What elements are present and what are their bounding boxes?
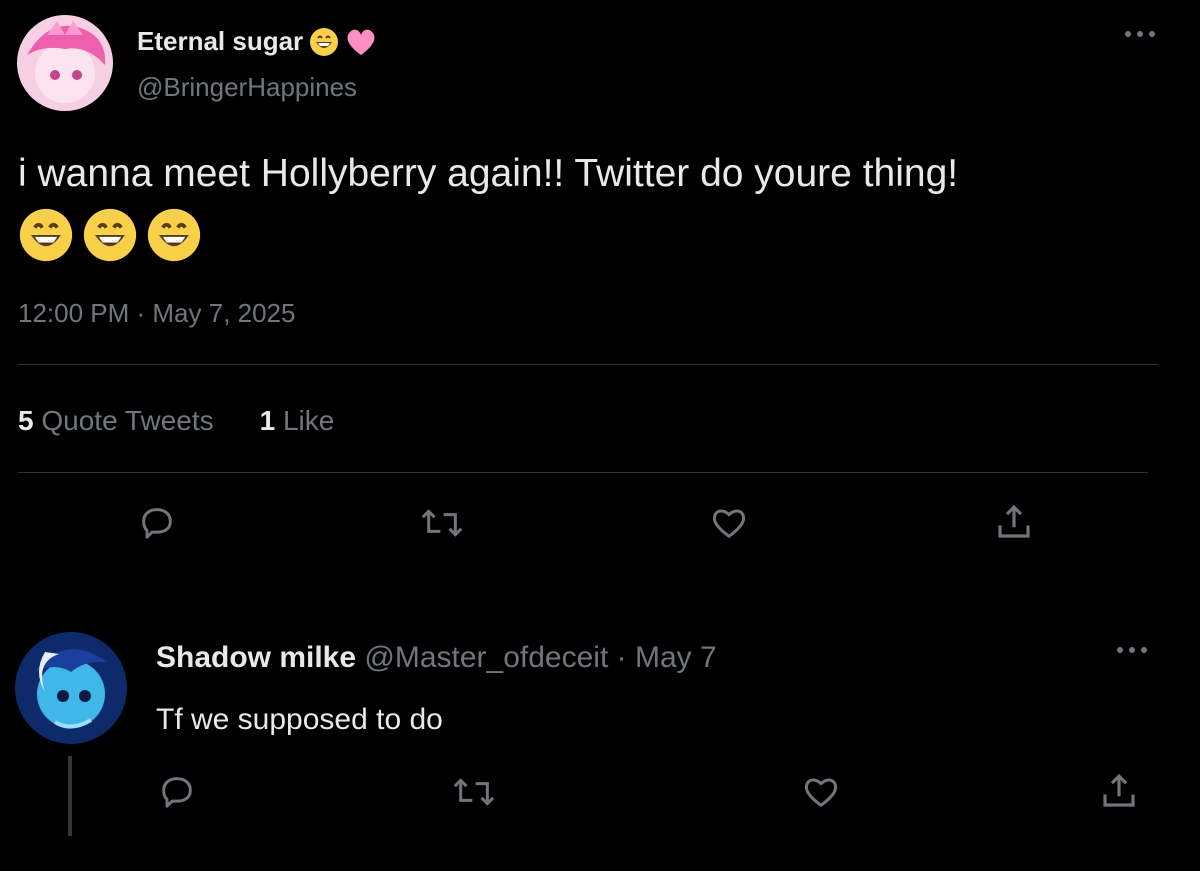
reply-share-button[interactable] [1098,769,1140,818]
reply-author-avatar[interactable] [15,632,127,744]
grinning-emoji-icon [19,208,73,262]
grinning-emoji-icon [310,27,339,56]
reply-icon [162,777,192,808]
tweet-stats: 5 Quote Tweets 1 Like [18,405,334,437]
emoji-row [18,207,202,263]
quote-tweets-stat[interactable]: 5 Quote Tweets [18,405,214,437]
more-icon [1117,647,1147,653]
retweet-icon [421,509,463,537]
reply-icon [142,508,172,539]
author-display-name[interactable]: Eternal sugar [137,26,303,57]
grinning-emoji-icon [83,208,137,262]
reply-handle-date[interactable]: @Master_ofdeceit · May 7 [364,641,716,674]
share-button[interactable] [993,500,1035,549]
reply-reply-button[interactable] [156,772,198,817]
author-name-row[interactable]: Eternal sugar [137,26,377,57]
share-icon [998,504,1030,538]
retweet-button[interactable] [418,503,466,548]
reply-retweet-button[interactable] [450,772,498,817]
pink-heart-emoji-icon [347,29,375,55]
likes-stat[interactable]: 1 Like [260,405,335,437]
like-button[interactable] [708,503,750,548]
more-options-button[interactable] [1120,24,1160,44]
reply-name-row[interactable]: Shadow milke @Master_ofdeceit · May 7 [156,641,717,675]
author-avatar[interactable] [17,15,113,111]
author-handle[interactable]: @BringerHappines [137,72,357,103]
like-icon [712,509,746,538]
reply-button[interactable] [136,503,178,548]
share-icon [1103,773,1135,807]
thread-connector-line [68,756,72,836]
more-icon [1125,31,1155,37]
divider [18,364,1158,365]
tweet-timestamp[interactable]: 12:00 PM · May 7, 2025 [18,298,295,329]
like-icon [804,778,838,807]
reply-display-name[interactable]: Shadow milke [156,641,356,674]
tweet-text: i wanna meet Hollyberry again!! Twitter … [18,152,959,195]
grinning-emoji-icon [147,208,201,262]
divider [18,472,1148,473]
reply-text: Tf we supposed to do [156,703,443,736]
retweet-icon [453,778,495,806]
reply-like-button[interactable] [800,772,842,817]
reply-more-options-button[interactable] [1112,640,1152,660]
